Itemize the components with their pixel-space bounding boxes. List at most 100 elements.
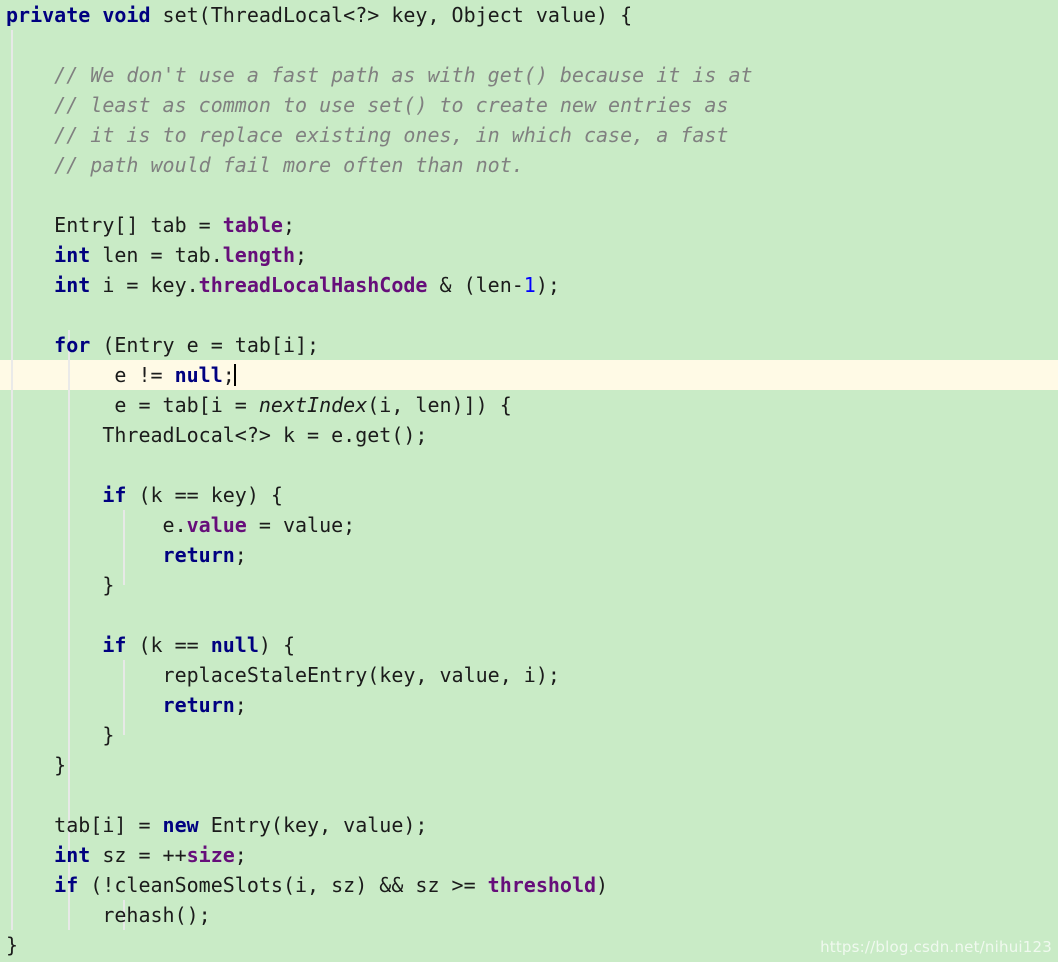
code-token-plain: } xyxy=(102,723,115,747)
code-line[interactable]: if (k == null) { xyxy=(0,630,1058,660)
code-token-plain: set(ThreadLocal<?> key, Object value) { xyxy=(150,3,633,27)
code-token-stat: nextIndex xyxy=(258,393,368,417)
code-token-plain: sz = ++ xyxy=(90,843,187,867)
code-token-plain: tab[i] = xyxy=(54,813,163,837)
code-line[interactable]: int i = key.threadLocalHashCode & (len-1… xyxy=(0,270,1058,300)
code-line[interactable]: e.value = value; xyxy=(0,510,1058,540)
code-token-plain: } xyxy=(6,933,19,957)
code-line[interactable]: e = tab[i = nextIndex(i, len)]) { xyxy=(0,390,1058,420)
code-token-plain: Entry[] tab = xyxy=(54,213,223,237)
code-token-plain: e. xyxy=(150,513,187,537)
code-token-plain: (Entry e = tab[i]; xyxy=(90,333,320,357)
code-line[interactable]: for (Entry e = tab[i]; xyxy=(0,330,1058,360)
code-token-plain: (k == key) { xyxy=(126,483,283,507)
code-editor-canvas[interactable]: private void set(ThreadLocal<?> key, Obj… xyxy=(0,0,1058,962)
code-line[interactable]: ThreadLocal<?> k = e.get(); xyxy=(0,420,1058,450)
code-token-plain: (k == xyxy=(126,633,211,657)
code-token-kw: private xyxy=(6,3,91,27)
code-token-kw: if xyxy=(102,633,127,657)
code-line[interactable]: private void set(ThreadLocal<?> key, Obj… xyxy=(0,0,1058,30)
code-token-plain: ); xyxy=(535,273,560,297)
text-caret xyxy=(233,364,236,386)
code-line[interactable] xyxy=(0,30,1058,60)
code-line[interactable]: // least as common to use set() to creat… xyxy=(0,90,1058,120)
code-line[interactable]: Entry[] tab = table; xyxy=(0,210,1058,240)
code-line[interactable]: return; xyxy=(0,690,1058,720)
code-token-field: threshold xyxy=(487,873,597,897)
code-token-plain: ThreadLocal<?> k = e.get(); xyxy=(102,423,428,447)
code-token-cmt: // path would fail more often than not. xyxy=(54,153,524,177)
code-line[interactable]: if (!cleanSomeSlots(i, sz) && sz >= thre… xyxy=(0,870,1058,900)
code-token-kw: return xyxy=(162,543,235,567)
code-line[interactable]: if (k == key) { xyxy=(0,480,1058,510)
code-token-kw: null xyxy=(210,633,259,657)
code-line[interactable]: // path would fail more often than not. xyxy=(0,150,1058,180)
code-token-field: size xyxy=(186,843,235,867)
code-line[interactable] xyxy=(0,450,1058,480)
code-token-plain: (!cleanSomeSlots(i, sz) && sz >= xyxy=(78,873,488,897)
code-token-plain: e != xyxy=(102,363,175,387)
code-line[interactable]: // it is to replace existing ones, in wh… xyxy=(0,120,1058,150)
code-line[interactable]: } xyxy=(0,750,1058,780)
code-line[interactable] xyxy=(0,180,1058,210)
code-line[interactable]: int sz = ++size; xyxy=(0,840,1058,870)
code-token-plain: } xyxy=(54,753,67,777)
source-code-text[interactable]: private void set(ThreadLocal<?> key, Obj… xyxy=(0,0,1058,960)
code-token-kw: if xyxy=(102,483,127,507)
code-line[interactable]: // We don't use a fast path as with get(… xyxy=(0,60,1058,90)
code-line[interactable]: replaceStaleEntry(key, value, i); xyxy=(0,660,1058,690)
code-line[interactable]: return; xyxy=(0,540,1058,570)
code-line[interactable]: } xyxy=(0,570,1058,600)
code-token-kw: for xyxy=(54,333,91,357)
code-line[interactable]: int len = tab.length; xyxy=(0,240,1058,270)
code-token-plain: (i, len)]) { xyxy=(367,393,512,417)
code-token-plain: ; xyxy=(234,693,247,717)
code-token-kw: new xyxy=(162,813,199,837)
code-line[interactable]: e != null; xyxy=(0,360,1058,390)
code-token-cmt: // We don't use a fast path as with get(… xyxy=(54,63,753,87)
code-token-plain: & (len- xyxy=(427,273,524,297)
code-token-kw: null xyxy=(174,363,223,387)
code-line[interactable]: rehash(); xyxy=(0,900,1058,930)
code-token-plain: ) { xyxy=(258,633,296,657)
code-line[interactable]: } xyxy=(0,720,1058,750)
code-token-kw: if xyxy=(54,873,79,897)
code-line[interactable] xyxy=(0,600,1058,630)
code-token-plain: ; xyxy=(295,243,308,267)
code-token-field: table xyxy=(222,213,283,237)
code-line[interactable] xyxy=(0,780,1058,810)
code-token-plain: = value; xyxy=(246,513,356,537)
code-token-cmt: // it is to replace existing ones, in wh… xyxy=(54,123,729,147)
code-token-kw: return xyxy=(162,693,235,717)
code-token-num: 1 xyxy=(523,273,536,297)
code-token-field: threadLocalHashCode xyxy=(198,273,428,297)
code-line[interactable]: tab[i] = new Entry(key, value); xyxy=(0,810,1058,840)
code-token-kw: int xyxy=(54,843,91,867)
code-token-plain: ; xyxy=(234,843,247,867)
code-token-field: length xyxy=(222,243,295,267)
code-line[interactable] xyxy=(0,300,1058,330)
